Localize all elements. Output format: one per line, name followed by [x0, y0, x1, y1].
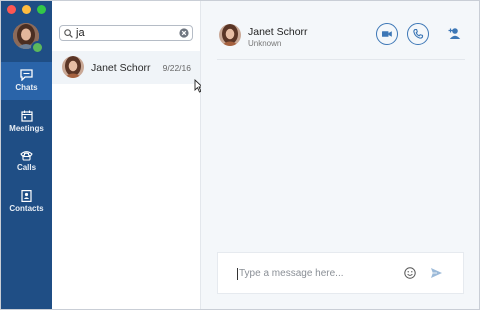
minimize-window-button[interactable] [22, 5, 31, 14]
contact-name: Janet Schorr [91, 62, 151, 74]
search-icon [64, 29, 73, 38]
text-caret [237, 268, 238, 280]
chat-bubble-icon [20, 69, 33, 81]
zoom-window-button[interactable] [37, 5, 46, 14]
presence-indicator [31, 41, 44, 54]
clear-search-icon[interactable] [179, 28, 189, 38]
emoji-icon[interactable] [404, 267, 416, 279]
search-input[interactable]: ja [76, 27, 85, 39]
phone-icon [20, 151, 33, 161]
add-participant-icon[interactable] [448, 27, 462, 40]
nav-rail: Chats Meetings Calls Contacts [1, 1, 52, 309]
nav-item-contacts[interactable]: Contacts [1, 183, 52, 221]
contact-avatar [62, 56, 84, 78]
close-window-button[interactable] [7, 5, 16, 14]
header-divider [217, 59, 465, 60]
calendar-icon [20, 110, 33, 122]
nav-item-calls[interactable]: Calls [1, 143, 52, 181]
nav-item-meetings[interactable]: Meetings [1, 103, 52, 141]
conversation-title: Janet Schorr [248, 26, 308, 38]
nav-label: Calls [16, 163, 37, 172]
message-composer[interactable]: Type a message here... [217, 252, 464, 294]
send-icon[interactable] [430, 267, 443, 279]
nav-label: Chats [15, 83, 38, 92]
audio-call-button[interactable] [407, 23, 429, 45]
nav-label: Meetings [9, 124, 44, 133]
app-window: Chats Meetings Calls Contacts ja Janet S… [0, 0, 480, 310]
last-message-date: 9/22/16 [162, 63, 191, 73]
chat-pane: Janet Schorr Unknown Type a message here… [201, 1, 479, 309]
message-input[interactable]: Type a message here... [239, 268, 344, 279]
video-call-button[interactable] [376, 23, 398, 45]
conversation-avatar[interactable] [219, 24, 241, 46]
search-box[interactable]: ja [59, 25, 193, 41]
nav-item-chats[interactable]: Chats [1, 62, 52, 100]
window-controls [7, 5, 46, 14]
audio-call-icon [413, 28, 424, 39]
contacts-book-icon [21, 190, 32, 202]
video-call-icon [382, 31, 392, 37]
nav-label: Contacts [9, 204, 44, 213]
conversation-list-panel: ja Janet Schorr 9/22/16 [52, 1, 204, 309]
conversation-list-item[interactable]: Janet Schorr 9/22/16 [52, 51, 200, 84]
presence-status: Unknown [248, 39, 282, 48]
